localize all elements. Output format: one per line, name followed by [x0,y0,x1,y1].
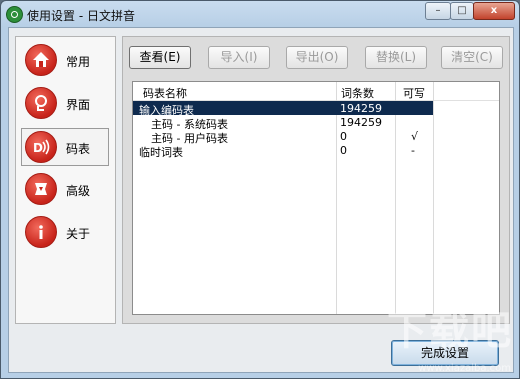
maximize-button[interactable]: □ [450,2,474,20]
window-title: 使用设置 - 日文拼音 [27,9,135,23]
column-header-count[interactable]: 词条数 [341,85,374,101]
sidebar-item-general[interactable]: 常用 [22,42,108,78]
row-count: 194259 [340,116,382,129]
watermark-logo: 下载吧 [387,308,513,354]
skin-icon [25,87,57,119]
sidebar-item-label: 常用 [66,55,91,69]
row-writable: √ [411,130,419,143]
table-row[interactable]: 主码 - 用户码表 0 √ [133,129,433,145]
sidebar-item-about[interactable]: 关于 [22,214,108,250]
minimize-button[interactable]: – [425,2,451,20]
sidebar-item-dictionary[interactable]: D 码表 [21,128,109,166]
table-row[interactable]: 主码 - 系统码表 194259 [133,115,433,131]
row-count: 194259 [340,102,382,115]
settings-window: 使用设置 - 日文拼音 – □ x 常用 界面 D 码表 高级 关于 查看(E)… [0,0,520,379]
import-button[interactable]: 导入(I) [208,46,270,69]
info-icon [25,216,57,248]
row-count: 0 [340,130,347,143]
sidebar-item-label: 码表 [66,142,91,156]
column-header-name[interactable]: 码表名称 [143,85,187,101]
title-bar[interactable]: 使用设置 - 日文拼音 – □ x [1,1,519,27]
row-count: 0 [340,144,347,157]
advanced-icon [25,173,57,205]
table-row[interactable]: 输入编码表 194259 [133,101,433,117]
home-icon [25,44,57,76]
export-button[interactable]: 导出(O) [286,46,348,69]
sidebar-item-advanced[interactable]: 高级 [22,171,108,207]
svg-text:D: D [33,141,43,155]
dictionary-panel: 查看(E) 导入(I) 导出(O) 替换(L) 清空(C) 码表名称 词条数 可… [122,36,510,324]
table-row[interactable]: 临时词表 0 - [133,143,433,159]
sidebar-item-label: 界面 [66,98,91,112]
column-header-writable[interactable]: 可写 [403,85,425,101]
sidebar: 常用 界面 D 码表 高级 关于 [15,36,116,324]
sidebar-item-label: 高级 [66,184,91,198]
dictionary-icon: D [25,131,57,163]
list-header: 码表名称 词条数 可写 [133,82,499,101]
app-logo-icon [6,6,23,23]
replace-button[interactable]: 替换(L) [365,46,427,69]
row-name: 临时词表 [139,146,183,159]
column-divider [433,82,434,314]
dictionary-list[interactable]: 码表名称 词条数 可写 输入编码表 194259 主码 - 系统码表 19425… [132,81,500,315]
view-button[interactable]: 查看(E) [129,46,191,69]
clear-button[interactable]: 清空(C) [441,46,503,69]
row-writable: - [411,144,415,157]
sidebar-item-label: 关于 [66,227,91,241]
sidebar-item-interface[interactable]: 界面 [22,85,108,121]
close-button[interactable]: x [473,2,515,20]
watermark-url: www.xiazaiba.com [418,363,511,374]
